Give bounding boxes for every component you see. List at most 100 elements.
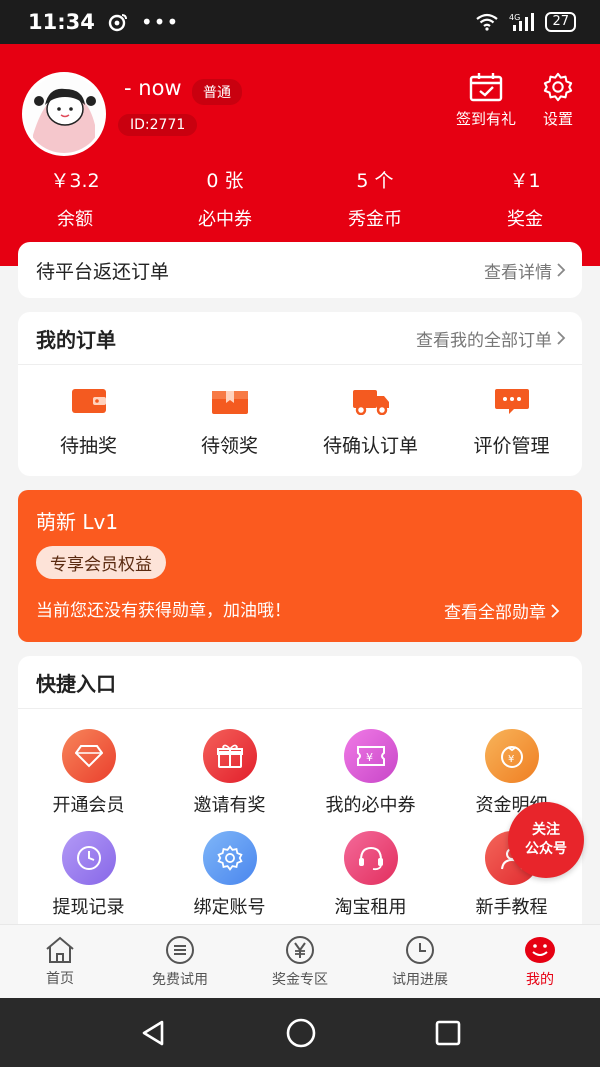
quick-bind-account[interactable]: 绑定账号 [159,831,300,933]
headset-icon [343,831,398,885]
home-circle-icon[interactable] [285,1017,317,1049]
stat-value: 5 个 [356,170,394,192]
order-pending-claim[interactable]: 待领奖 [159,387,300,458]
tab-free-trial[interactable]: 免费试用 [120,925,240,998]
order-item-label: 待抽奖 [59,435,117,457]
smile-icon [525,936,555,963]
tab-trial-progress[interactable]: 试用进展 [360,925,480,998]
tab-label: 试用进展 [392,971,448,988]
all-orders-label: 查看我的全部订单 [416,330,552,351]
order-review-manage[interactable]: 评价管理 [441,387,582,458]
tab-label: 奖金专区 [272,971,328,988]
settings-button[interactable]: 设置 [542,72,574,129]
tab-home[interactable]: 首页 [0,925,120,998]
order-item-label: 评价管理 [473,435,550,457]
quick-title: 快捷入口 [36,671,116,696]
stats-row: ￥3.2 余额 0 张 必中券 5 个 秀金币 ￥1 奖金 [0,166,600,231]
gear-icon [202,831,257,885]
quick-entry-card: 快捷入口 开通会员 邀请有奖 ¥ 我的必中券 ¥ 资金明细 提现记录 绑定账号 … [18,656,582,926]
clock-icon [61,831,116,885]
stat-balance[interactable]: ￥3.2 余额 [0,166,150,231]
stat-value: 0 张 [206,170,244,192]
all-medals-label: 查看全部勋章 [444,603,546,623]
membership-badge: 普通 [192,79,242,105]
stat-label: 秀金币 [348,209,402,230]
profile-header: - now 普通 ID:2771 签到有礼 设置 ￥3.2 余额 0 张 必中券… [0,44,600,266]
stat-coupons[interactable]: 0 张 必中券 [150,166,300,231]
checkin-label: 签到有礼 [456,110,517,128]
order-item-label: 待领奖 [200,435,258,457]
orders-title: 我的订单 [36,327,116,352]
back-icon[interactable] [138,1018,168,1048]
quick-my-coupons[interactable]: ¥ 我的必中券 [300,729,441,831]
quick-open-membership[interactable]: 开通会员 [18,729,159,831]
signal-icon: 4G [509,13,535,31]
order-pending-draw[interactable]: 待抽奖 [18,387,159,458]
quick-invite-reward[interactable]: 邀请有奖 [159,729,300,831]
yen-circle-icon [286,935,314,964]
svg-text:¥: ¥ [508,754,514,765]
stat-bonus[interactable]: ￥1 奖金 [450,166,600,231]
tab-label: 我的 [526,971,554,988]
avatar[interactable] [22,72,106,156]
diamond-icon [61,729,116,783]
pending-title: 待平台返还订单 [36,260,170,283]
username: - now [124,76,182,100]
member-level-card: 萌新 Lv1 专享会员权益 当前您还没有获得勋章，加油哦！ 查看全部勋章 [18,490,582,642]
orders-header: 我的订单 查看我的全部订单 [18,312,582,364]
wallet-icon [71,389,106,413]
order-status-grid: 待抽奖 待领奖 待确认订单 评价管理 [18,365,582,458]
truck-icon [352,390,389,415]
stat-coins[interactable]: 5 个 秀金币 [300,166,450,231]
quick-withdraw-records[interactable]: 提现记录 [18,831,159,933]
pending-details-label: 查看详情 [484,262,552,283]
chevron-right-icon [557,263,566,277]
tab-bonus-zone[interactable]: 奖金专区 [240,925,360,998]
quick-header: 快捷入口 [18,656,582,708]
ticket-icon: ¥ [343,729,398,783]
tab-mine[interactable]: 我的 [480,925,600,998]
quick-item-label: 提现记录 [52,897,125,918]
stat-label: 奖金 [507,209,543,230]
clock-icon [406,935,434,964]
status-bar: 11:34 ••• 4G 27 [0,0,600,44]
stat-label: 余额 [57,209,93,230]
stat-value: ￥3.2 [50,170,100,192]
my-orders-card: 我的订单 查看我的全部订单 待抽奖 待领奖 待确认订单 评价管理 [18,312,582,476]
all-medals-link[interactable]: 查看全部勋章 [444,598,560,623]
home-icon [46,936,74,963]
member-perks-button[interactable]: 专享会员权益 [36,546,166,579]
quick-entry-grid: 开通会员 邀请有奖 ¥ 我的必中券 ¥ 资金明细 提现记录 绑定账号 淘宝租用 … [18,709,582,933]
quick-item-label: 绑定账号 [193,897,266,918]
chevron-right-icon [551,603,560,618]
follow-official-account-button[interactable]: 关注 公众号 [508,802,584,878]
gift-box-icon [211,391,248,414]
tab-label: 免费试用 [152,971,208,988]
level-name: 萌新 Lv1 [36,510,119,534]
comment-icon [494,389,529,414]
chevron-right-icon [557,331,566,345]
gear-icon [543,72,573,102]
svg-text:¥: ¥ [366,751,373,764]
pending-refund-card[interactable]: 待平台返还订单 查看详情 [18,242,582,298]
bottom-tab-bar: 首页 免费试用 奖金专区 试用进展 我的 [0,924,600,998]
quick-item-label: 淘宝租用 [334,897,407,918]
medal-message: 当前您还没有获得勋章，加油哦！ [36,601,291,621]
system-nav-bar [0,998,600,1067]
weibo-icon [108,14,127,32]
pending-details-link[interactable]: 查看详情 [484,258,566,283]
wifi-icon [476,13,499,31]
quick-taobao-rent[interactable]: 淘宝租用 [300,831,441,933]
order-pending-confirm[interactable]: 待确认订单 [300,387,441,458]
stat-label: 必中券 [198,209,252,230]
quick-item-label: 开通会员 [52,795,125,816]
all-orders-link[interactable]: 查看我的全部订单 [416,326,566,351]
checkin-button[interactable]: 签到有礼 [456,72,516,129]
menu-circle-icon [166,935,194,964]
user-id: ID:2771 [118,114,198,136]
follow-line2: 公众号 [525,841,567,857]
calendar-check-icon [469,73,503,102]
recents-icon[interactable] [434,1019,462,1047]
quick-item-label: 邀请有奖 [193,795,266,816]
gift-icon [202,729,257,783]
